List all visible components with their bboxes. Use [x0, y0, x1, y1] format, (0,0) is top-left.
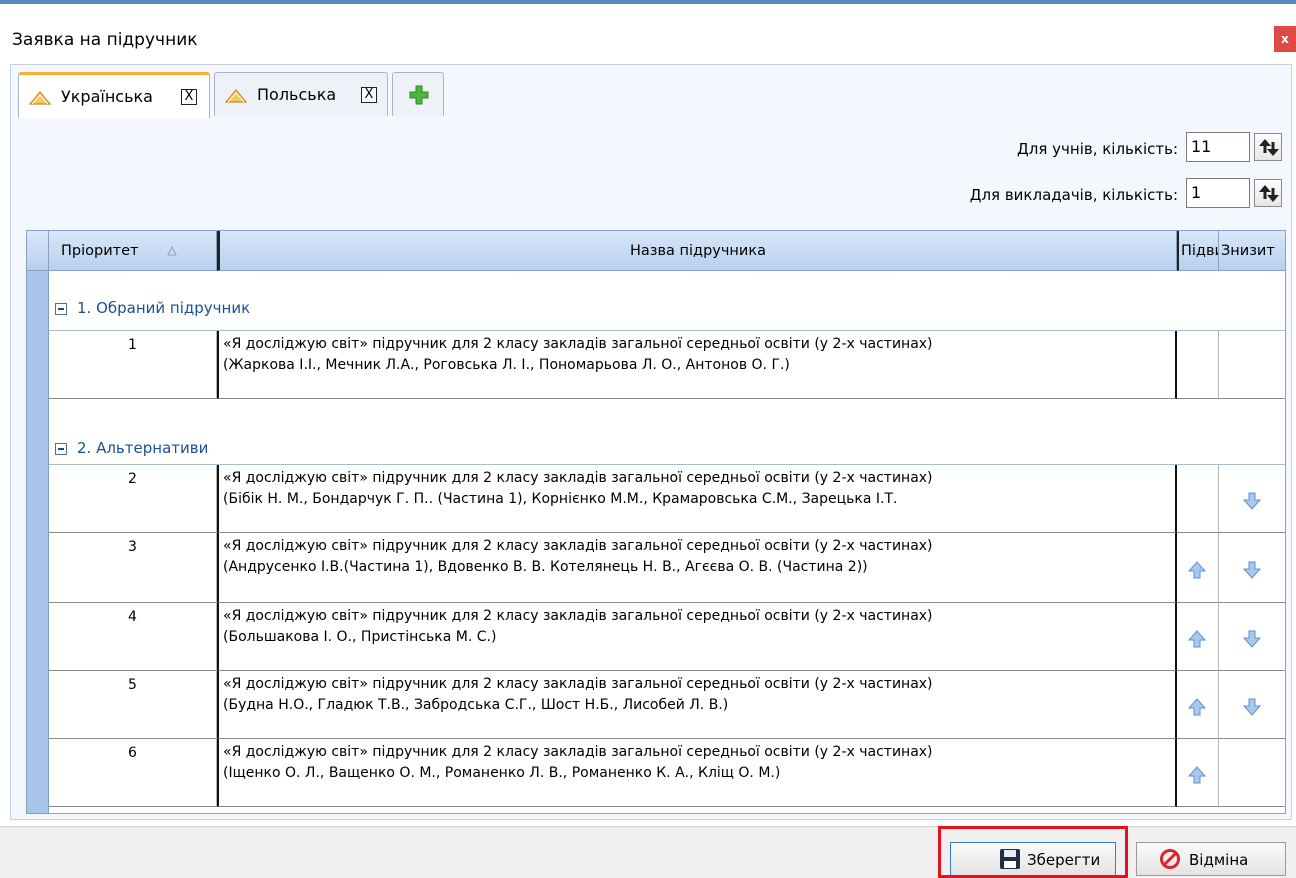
tab-ukrainian-label: Українська: [61, 87, 153, 106]
window-title: Заявка на підручник: [12, 30, 198, 50]
cancel-icon: [1160, 849, 1180, 869]
arrow-down-icon[interactable]: [1243, 630, 1261, 648]
move-up-cell[interactable]: [1177, 533, 1219, 603]
move-down-cell[interactable]: [1219, 533, 1285, 603]
textbook-authors: (Андрусенко І.В.(Частина 1), Вдовенко В.…: [223, 559, 868, 575]
priority-cell: 2: [49, 465, 217, 533]
header-row-selector: [27, 231, 49, 271]
tab-polish[interactable]: Польська X: [214, 72, 388, 116]
column-header-priority[interactable]: Пріоритет: [49, 231, 217, 271]
column-header-up[interactable]: Підвиш: [1177, 231, 1219, 271]
group-row-selector: [27, 399, 49, 465]
row-selector[interactable]: [27, 671, 49, 739]
textbook-title: «Я досліджую світ» підручник для 2 класу…: [223, 538, 933, 554]
tab-polish-close-button[interactable]: X: [361, 87, 377, 103]
row-selector[interactable]: [27, 603, 49, 671]
textbook-name-cell[interactable]: «Я досліджую світ» підручник для 2 класу…: [217, 739, 1177, 807]
row-selector[interactable]: [27, 533, 49, 603]
move-up-cell[interactable]: [1177, 739, 1219, 807]
up-down-arrows-icon: [1259, 139, 1279, 156]
collapse-icon[interactable]: [55, 303, 67, 315]
students-quantity-spinner[interactable]: [1254, 133, 1282, 161]
move-down-cell[interactable]: [1219, 671, 1285, 739]
group-alternatives[interactable]: 2. Альтернативи: [49, 399, 1285, 465]
students-quantity-input[interactable]: 11: [1186, 132, 1250, 162]
group-chosen-label: 1. Обраний підручник: [77, 299, 251, 317]
column-header-down[interactable]: Знизит: [1219, 231, 1285, 271]
cancel-button-label: Відміна: [1189, 851, 1249, 869]
arrow-up-icon[interactable]: [1188, 766, 1206, 784]
collapse-icon[interactable]: [55, 443, 67, 455]
arrow-up-icon[interactable]: [1188, 698, 1206, 716]
textbook-title: «Я досліджую світ» підручник для 2 класу…: [223, 470, 933, 486]
textbook-authors: (Большакова І. О., Пристінська М. С.): [223, 629, 497, 645]
textbook-grid: Пріоритет Назва підручника Підвиш Знизит…: [26, 230, 1286, 814]
tab-ukrainian[interactable]: Українська X: [18, 72, 210, 118]
sort-ascending-icon: [167, 246, 177, 256]
move-up-cell[interactable]: [1177, 603, 1219, 671]
column-header-priority-label: Пріоритет: [61, 243, 139, 259]
textbook-authors: (Жаркова І.І., Мечник Л.А., Роговська Л.…: [223, 357, 790, 373]
plus-icon: [409, 85, 429, 105]
textbook-title: «Я досліджую світ» підручник для 2 класу…: [223, 608, 933, 624]
move-up-cell[interactable]: [1177, 671, 1219, 739]
row-selector[interactable]: [27, 739, 49, 807]
book-icon: [225, 89, 247, 103]
textbook-name-cell[interactable]: «Я досліджую світ» підручник для 2 класу…: [217, 533, 1177, 603]
move-down-cell[interactable]: [1219, 603, 1285, 671]
arrow-down-icon[interactable]: [1243, 698, 1261, 716]
row-selector[interactable]: [27, 331, 49, 399]
move-down-cell: [1219, 739, 1285, 807]
arrow-down-icon[interactable]: [1243, 561, 1261, 579]
textbook-name-cell[interactable]: «Я досліджую світ» підручник для 2 класу…: [217, 331, 1177, 399]
priority-cell: 1: [49, 331, 217, 399]
column-header-name[interactable]: Назва підручника: [217, 231, 1177, 271]
title-bar: Заявка на підручник: [0, 4, 1296, 56]
move-down-cell[interactable]: [1219, 465, 1285, 533]
up-down-arrows-icon: [1259, 185, 1279, 202]
textbook-authors: (Іщенко О. Л., Ващенко О. М., Романенко …: [223, 765, 781, 781]
move-up-cell: [1177, 331, 1219, 399]
arrow-up-icon[interactable]: [1188, 561, 1206, 579]
textbook-title: «Я досліджую світ» підручник для 2 класу…: [223, 744, 933, 760]
tab-polish-label: Польська: [257, 85, 337, 104]
priority-cell: 4: [49, 603, 217, 671]
textbook-name-cell[interactable]: «Я досліджую світ» підручник для 2 класу…: [217, 603, 1177, 671]
textbook-name-cell[interactable]: «Я досліджую світ» підручник для 2 класу…: [217, 671, 1177, 739]
teachers-quantity-spinner[interactable]: [1254, 179, 1282, 207]
textbook-authors: (Бібік Н. М., Бондарчук Г. П.. (Частина …: [223, 491, 898, 507]
priority-cell: 3: [49, 533, 217, 603]
group-chosen[interactable]: 1. Обраний підручник: [49, 271, 1285, 331]
priority-cell: 6: [49, 739, 217, 807]
move-up-cell: [1177, 465, 1219, 533]
close-button[interactable]: x: [1274, 26, 1296, 52]
arrow-up-icon[interactable]: [1188, 630, 1206, 648]
textbook-title: «Я досліджую світ» підручник для 2 класу…: [223, 336, 933, 352]
teachers-quantity-label: Для викладачів, кількість:: [969, 186, 1178, 204]
priority-cell: 5: [49, 671, 217, 739]
teachers-quantity-input[interactable]: 1: [1186, 178, 1250, 208]
textbook-name-cell[interactable]: «Я досліджую світ» підручник для 2 класу…: [217, 465, 1177, 533]
group-row-selector: [27, 271, 49, 331]
tab-ukrainian-close-button[interactable]: X: [181, 89, 197, 105]
move-down-cell: [1219, 331, 1285, 399]
students-quantity-label: Для учнів, кількість:: [1017, 140, 1178, 158]
save-highlight-box: [938, 826, 1128, 878]
book-icon: [29, 91, 51, 105]
group-alternatives-label: 2. Альтернативи: [77, 439, 209, 457]
textbook-authors: (Будна Н.О., Гладюк Т.В., Забродська С.Г…: [223, 697, 729, 713]
cancel-button[interactable]: Відміна: [1136, 842, 1286, 876]
add-tab-button[interactable]: [392, 72, 444, 116]
arrow-down-icon[interactable]: [1243, 492, 1261, 510]
textbook-title: «Я досліджую світ» підручник для 2 класу…: [223, 676, 933, 692]
row-selector: [27, 807, 49, 813]
row-selector[interactable]: [27, 465, 49, 533]
